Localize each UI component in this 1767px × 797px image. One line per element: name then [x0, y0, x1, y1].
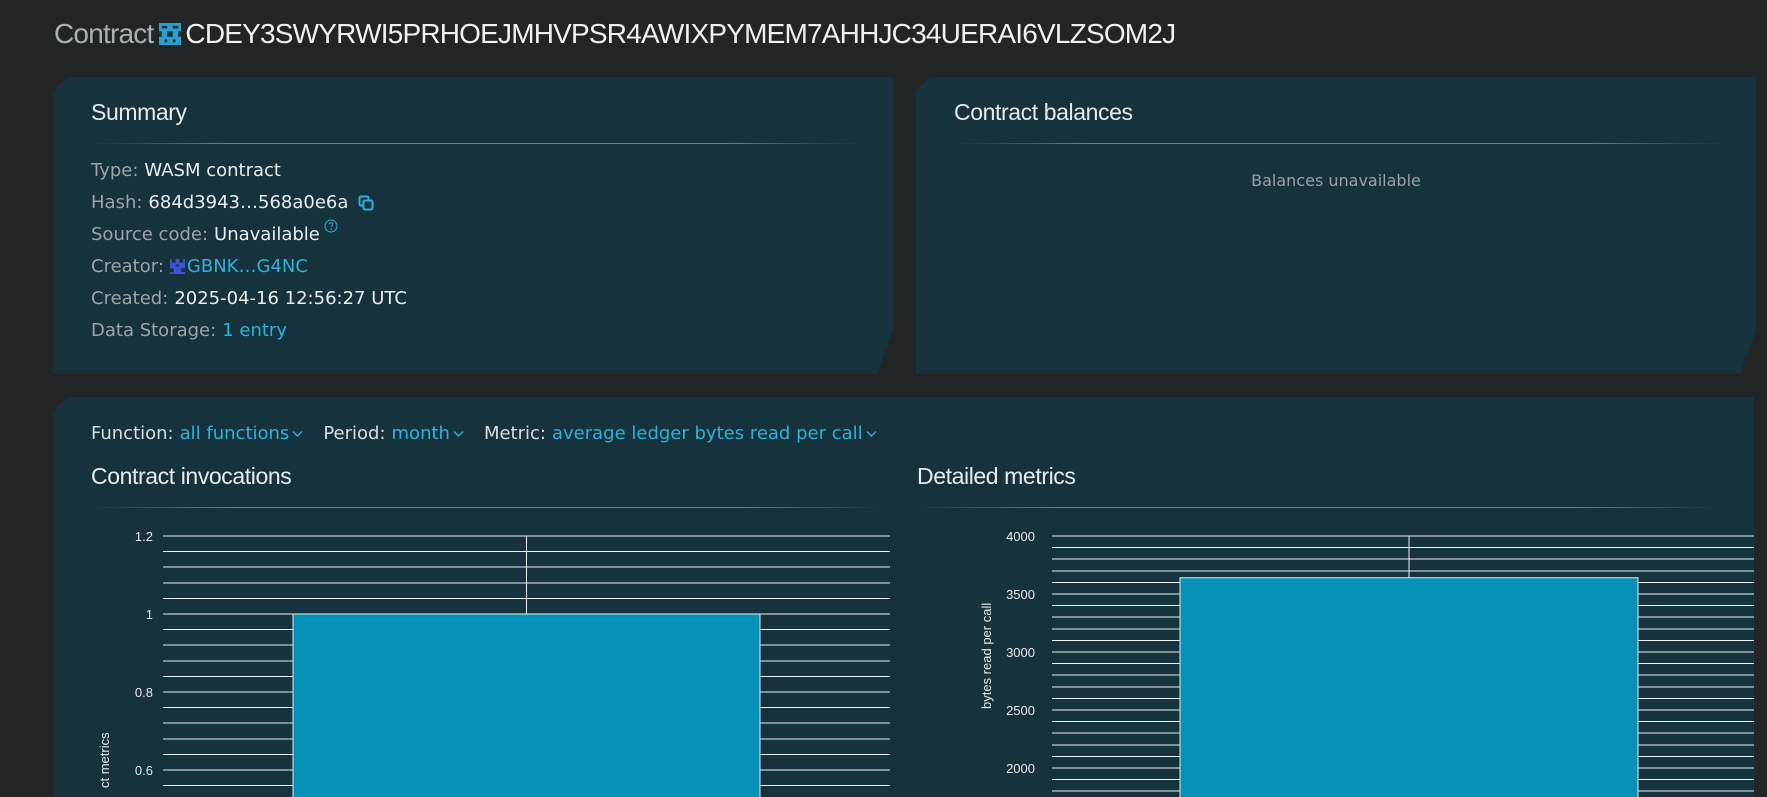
detailed-metrics-chart: 4000 3500 3000 2500 2000 bytes read per call: [979, 529, 1754, 797]
summary-source-row: Source code: Unavailable: [91, 224, 338, 245]
summary-title: Summary: [91, 99, 187, 125]
page-title-label: Contract: [54, 18, 154, 49]
y-axis-label: ct metrics: [97, 732, 112, 788]
metrics-panel: Function: all functions Period: month Me…: [53, 397, 1754, 797]
y-axis-label: bytes read per call: [979, 603, 994, 709]
y-tick-label: 3500: [1006, 587, 1035, 602]
balances-panel: Contract balances Balances unavailable: [916, 77, 1756, 374]
y-tick-label: 1.2: [135, 529, 153, 544]
y-tick-label: 3000: [1006, 645, 1035, 660]
balances-empty-text: Balances unavailable: [1251, 171, 1421, 190]
creator-label: Creator:: [91, 256, 164, 277]
summary-creator-row: Creator: GBNK…G4NC: [91, 256, 308, 277]
source-value: Unavailable: [214, 224, 320, 245]
help-icon[interactable]: [324, 219, 338, 233]
y-tick-label: 0.8: [135, 685, 153, 700]
source-label: Source code:: [91, 224, 209, 245]
type-label: Type:: [91, 160, 139, 181]
storage-link[interactable]: 1 entry: [222, 320, 287, 341]
summary-storage-row: Data Storage: 1 entry: [91, 320, 287, 341]
summary-hash-row: Hash: 684d3943…568a0e6a: [91, 192, 374, 213]
summary-panel: Summary Type: WASM contract Hash: 684d39…: [53, 77, 893, 374]
contract-identicon-icon: [159, 23, 182, 45]
creator-identicon-icon: [170, 259, 185, 274]
balances-title: Contract balances: [954, 99, 1133, 125]
storage-label: Data Storage:: [91, 320, 217, 341]
y-tick-label: 2000: [1006, 761, 1035, 776]
summary-divider: [91, 143, 861, 144]
invocations-chart: 1.2 1 0.8 0.6 ct metrics: [97, 529, 890, 797]
summary-type-row: Type: WASM contract: [91, 160, 281, 181]
y-tick-label: 0.6: [135, 763, 153, 778]
created-label: Created:: [91, 288, 169, 309]
summary-created-row: Created: 2025-04-16 12:56:27 UTC: [91, 288, 407, 309]
y-tick-label: 2500: [1006, 703, 1035, 718]
hash-label: Hash:: [91, 192, 143, 213]
creator-link[interactable]: GBNK…G4NC: [187, 256, 308, 277]
hash-value: 684d3943…568a0e6a: [148, 192, 349, 213]
balances-divider: [954, 143, 1724, 144]
type-value: WASM contract: [144, 160, 281, 181]
created-value: 2025-04-16 12:56:27 UTC: [174, 288, 407, 309]
page-title: Contract CDEY3SWYRWI5PRHOEJMHVPSR4AWIXPY…: [54, 14, 1176, 54]
contract-id[interactable]: CDEY3SWYRWI5PRHOEJMHVPSR4AWIXPYMEM7AHHJC…: [185, 18, 1176, 50]
chart-bar: [1179, 577, 1639, 797]
chart-bar: [292, 613, 761, 797]
copy-icon[interactable]: [358, 195, 374, 211]
y-tick-label: 1: [146, 607, 153, 622]
y-tick-label: 4000: [1006, 529, 1035, 544]
